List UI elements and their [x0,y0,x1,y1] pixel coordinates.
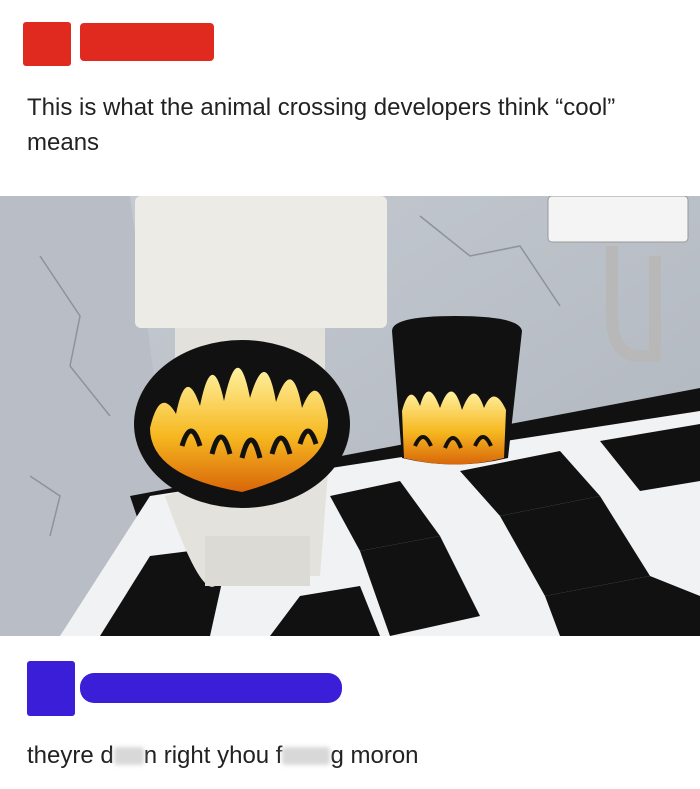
replier-username-redacted[interactable] [80,673,342,703]
post-photo [0,196,700,636]
reply-text-part: theyre d [27,742,114,769]
censor-blur [282,747,331,765]
reply-text: theyre d n right yhou f g moron [27,738,667,773]
op-username-redacted[interactable] [80,23,214,61]
censor-blur [113,747,144,765]
post-caption: This is what the animal crossing develop… [27,94,616,156]
reply-text-part: n right yhou f [143,742,283,769]
op-avatar-redacted[interactable] [23,22,71,66]
replier-avatar-redacted[interactable] [27,661,75,716]
reply-text-part: g moron [330,742,419,769]
